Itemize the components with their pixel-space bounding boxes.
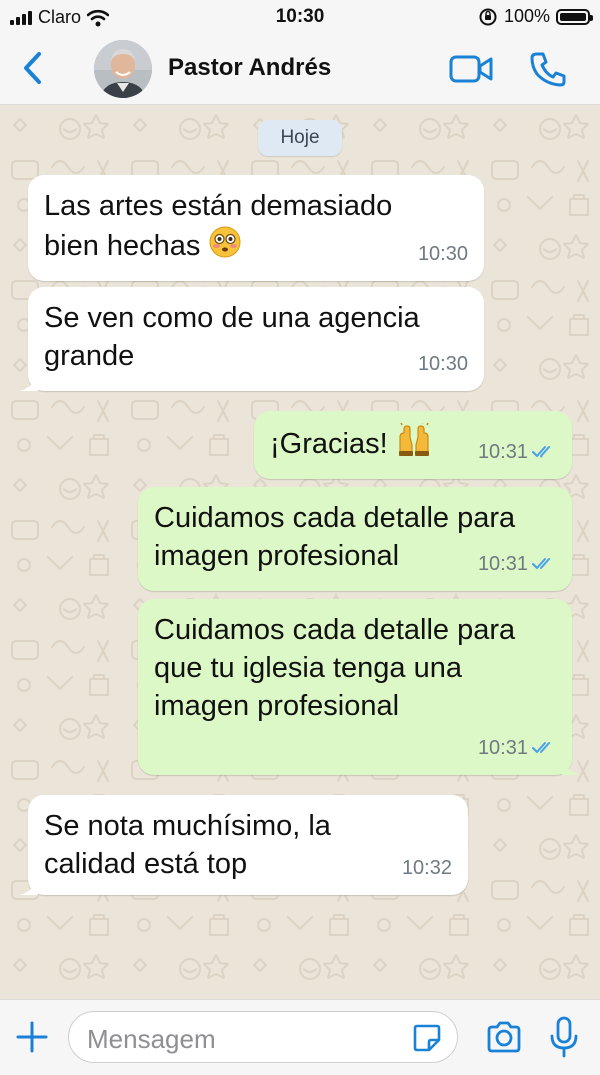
message-text-line: Se ven como de una agencia [44,302,420,334]
flushed-face-emoji [208,225,242,269]
message-text-line: Se nota muchísimo, la [44,810,331,842]
incoming-message[interactable]: Se ven como de una agencia grande 10:30 [20,287,484,391]
read-double-check-icon [532,742,550,753]
message-meta: 10:30 [418,235,468,273]
message-time: 10:30 [417,353,468,375]
message-time: 10:31 [477,737,528,759]
status-bar: Claro 10:30 100% [0,0,600,34]
message-meta: 10:31 [478,729,556,767]
chat-header: Pastor Andrés [0,34,600,105]
status-right: 100% [478,6,593,27]
incoming-message[interactable]: Las artes están demasiado bien hechas 10… [28,175,484,281]
avatar-photo [94,40,152,98]
bubble-tail [20,373,38,391]
message-text-line: Cuidamos cada detalle para [154,614,516,646]
voice-call-button[interactable] [528,50,568,88]
incoming-message[interactable]: Se nota muchísimo, la calidad está top 1… [20,795,468,895]
contact-name[interactable]: Pastor Andrés [168,54,331,82]
attach-button[interactable] [14,1018,50,1056]
message-text-line: Las artes están demasiado [44,190,393,222]
camera-button[interactable] [484,1018,524,1056]
message-input[interactable] [85,1020,389,1058]
message-time: 10:31 [477,553,528,575]
plus-icon [16,1021,48,1053]
message-time: 10:30 [417,243,468,265]
message-meta: 10:31 [478,433,556,471]
message-text-line: que tu iglesia tenga una [154,652,462,684]
back-button[interactable] [14,48,50,88]
raising-hands-emoji [396,421,432,467]
chat-screen: Claro 10:30 100% Pastor Andrés Hoje Las … [0,0,600,1075]
message-text-line: bien hechas [44,225,468,269]
orientation-lock-icon [479,8,497,25]
message-text-line: calidad está top [44,848,248,880]
outgoing-message[interactable]: ¡Gracias! 10:31 [254,411,572,479]
back-chevron-icon [24,52,41,84]
sticker-icon [413,1024,441,1052]
message-text-line: grande [44,340,135,372]
message-meta: 10:30 [418,345,468,383]
bubble-tail [20,877,38,895]
phone-icon [530,52,566,87]
message-time: 10:31 [477,441,528,463]
composer-bar [0,999,600,1075]
video-camera-icon [449,55,493,83]
message-field[interactable] [68,1011,458,1063]
message-meta: 10:31 [478,545,556,583]
read-double-check-icon [532,446,550,458]
voice-note-button[interactable] [548,1014,580,1060]
message-text-line: Cuidamos cada detalle para [154,502,516,534]
camera-icon [487,1021,521,1053]
avatar[interactable] [94,40,152,98]
bubble-tail [562,757,580,775]
battery-icon [556,8,593,25]
outgoing-message[interactable]: Cuidamos cada detalle para imagen profes… [138,487,572,591]
battery-percent: 100% [503,6,550,26]
message-text-line: imagen profesional [154,690,400,722]
message-meta: 10:32 [402,849,452,887]
message-list[interactable]: Hoje Las artes están demasiado bien hech… [0,105,600,999]
read-double-check-icon [532,558,550,569]
message-time: 10:32 [401,857,452,879]
sticker-button[interactable] [411,1022,443,1054]
outgoing-message[interactable]: Cuidamos cada detalle para que tu iglesi… [138,599,580,775]
date-separator: Hoje [258,120,342,156]
video-call-button[interactable] [448,52,496,86]
microphone-icon [550,1016,578,1058]
